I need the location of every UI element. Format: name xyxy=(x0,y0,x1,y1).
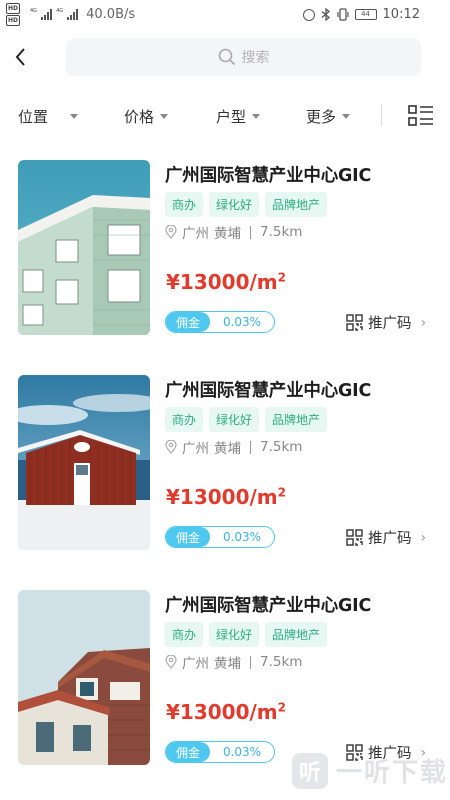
location-info: 广州 黄埔 7.5km xyxy=(165,222,302,242)
caret-down-icon xyxy=(252,114,261,119)
filter-bar: 位置 价格 户型 更多 xyxy=(0,92,450,140)
clock: 10:12 xyxy=(382,7,420,22)
commission-label: 佣金 xyxy=(166,742,210,762)
watermark: 听 一听下载 xyxy=(292,752,448,789)
tag: 商办 xyxy=(165,407,204,432)
watermark-logo: 听 xyxy=(292,752,328,789)
tag: 商办 xyxy=(165,192,204,217)
filter-divider xyxy=(381,104,382,126)
vibrate-icon xyxy=(336,8,349,21)
caret-down-icon xyxy=(160,114,169,119)
hd-indicator: HD HD xyxy=(6,3,21,26)
listing-title: 广州国际智慧产业中心GIC xyxy=(165,596,372,616)
qr-code-icon xyxy=(346,529,363,546)
location-pin-icon xyxy=(165,225,177,239)
watermark-text: 一听下载 xyxy=(336,758,449,788)
chevron-left-icon xyxy=(15,48,25,66)
tag-list: 商办 绿化好 品牌地产 xyxy=(165,622,328,647)
signal-icon xyxy=(41,9,53,20)
filter-location[interactable]: 位置 xyxy=(18,106,79,127)
tag: 品牌地产 xyxy=(265,192,328,217)
price: ¥13000/m2 xyxy=(166,485,286,509)
battery-icon: 44 xyxy=(354,9,377,20)
search-placeholder: 搜索 xyxy=(241,50,270,66)
network-type-label: 4G xyxy=(30,7,38,14)
commission-label: 佣金 xyxy=(166,527,210,547)
tag-list: 商办 绿化好 品牌地产 xyxy=(165,192,328,217)
city: 广州 xyxy=(182,656,209,672)
location-info: 广州 黄埔 7.5km xyxy=(165,652,302,672)
tag: 绿化好 xyxy=(209,192,260,217)
location-pin-icon xyxy=(165,440,177,454)
location-pin-icon xyxy=(165,655,177,669)
list-view-toggle[interactable] xyxy=(408,104,434,128)
distance: 7.5km xyxy=(260,224,303,240)
caret-down-icon xyxy=(342,114,351,119)
signal-icon-2 xyxy=(67,9,79,20)
district: 黄埔 xyxy=(214,226,241,242)
tag: 绿化好 xyxy=(209,622,260,647)
city: 广州 xyxy=(182,441,209,457)
list-view-icon xyxy=(408,105,433,126)
listing-title: 广州国际智慧产业中心GIC xyxy=(165,381,372,401)
tag-list: 商办 绿化好 品牌地产 xyxy=(165,407,328,432)
commission-badge: 佣金 0.03% xyxy=(165,741,275,763)
chevron-right-icon: › xyxy=(420,529,427,546)
promo-code-button[interactable]: 推广码 › xyxy=(346,312,426,333)
network-speed: 40.0B/s xyxy=(86,7,136,22)
chevron-right-icon: › xyxy=(420,314,427,331)
promo-label: 推广码 xyxy=(368,531,412,547)
price: ¥13000/m2 xyxy=(166,270,286,294)
commission-value: 0.03% xyxy=(222,530,262,544)
listing-image xyxy=(18,375,150,550)
commission-value: 0.03% xyxy=(222,745,262,759)
distance: 7.5km xyxy=(260,439,303,455)
listing-title: 广州国际智慧产业中心GIC xyxy=(165,166,372,186)
district: 黄埔 xyxy=(214,656,241,672)
tag: 商办 xyxy=(165,622,204,647)
tag: 绿化好 xyxy=(209,407,260,432)
filter-layout[interactable]: 户型 xyxy=(216,106,261,127)
caret-down-icon xyxy=(70,114,79,119)
status-bar: HD HD 4G 4G 40.0B/s 44 10:12 xyxy=(0,0,450,30)
location-info: 广州 黄埔 7.5km xyxy=(165,437,302,457)
divider xyxy=(250,440,251,454)
commission-label: 佣金 xyxy=(166,312,210,332)
tag: 品牌地产 xyxy=(265,622,328,647)
price: ¥13000/m2 xyxy=(166,700,286,724)
city: 广州 xyxy=(182,226,209,242)
search-input[interactable]: 搜索 xyxy=(66,38,421,76)
qr-code-icon xyxy=(346,314,363,331)
network-type-label-2: 4G xyxy=(56,7,64,14)
promo-code-button[interactable]: 推广码 › xyxy=(346,527,426,548)
distance: 7.5km xyxy=(260,654,303,670)
listing-card[interactable]: 广州国际智慧产业中心GIC 商办 绿化好 品牌地产 广州 黄埔 7.5km ¥1… xyxy=(0,375,450,575)
tag: 品牌地产 xyxy=(265,407,328,432)
filter-more[interactable]: 更多 xyxy=(306,106,351,127)
alarm-icon xyxy=(302,8,315,21)
listing-image xyxy=(18,590,150,765)
listing-card[interactable]: 广州国际智慧产业中心GIC 商办 绿化好 品牌地产 广州 黄埔 7.5km ¥1… xyxy=(0,160,450,360)
commission-badge: 佣金 0.03% xyxy=(165,526,275,548)
divider xyxy=(250,225,251,239)
back-button[interactable] xyxy=(10,42,34,72)
divider xyxy=(250,655,251,669)
promo-label: 推广码 xyxy=(368,316,412,332)
commission-badge: 佣金 0.03% xyxy=(165,311,275,333)
district: 黄埔 xyxy=(214,441,241,457)
filter-price[interactable]: 价格 xyxy=(124,106,169,127)
header: 搜索 xyxy=(0,30,450,88)
listing-image xyxy=(18,160,150,335)
search-icon xyxy=(218,48,235,66)
commission-value: 0.03% xyxy=(222,315,262,329)
bluetooth-icon xyxy=(321,8,330,21)
